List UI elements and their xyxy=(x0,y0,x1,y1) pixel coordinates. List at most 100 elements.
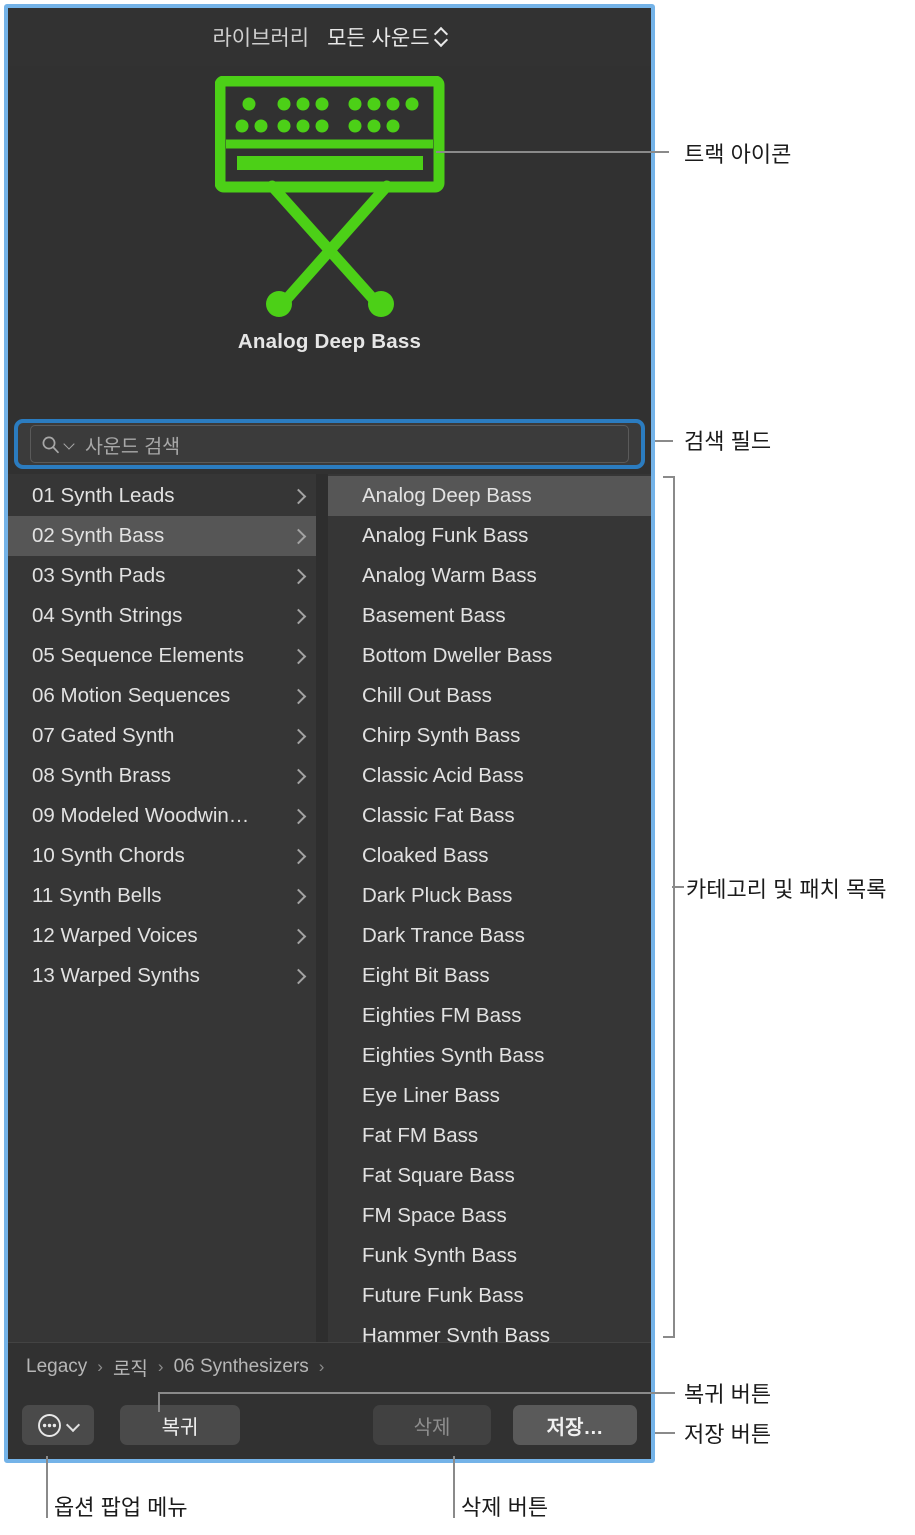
leader-line-save-button xyxy=(655,1432,675,1434)
leader-line-revert-button-stem xyxy=(158,1392,160,1412)
annotation-options-popup-menu: 옵션 팝업 메뉴 xyxy=(54,1495,188,1520)
patch-row[interactable]: Eight Bit Bass xyxy=(328,956,651,996)
patch-list[interactable]: Analog Deep Bass Analog Funk Bass Analog W… xyxy=(328,474,651,1342)
patch-row[interactable]: Analog Deep Bass xyxy=(328,476,651,516)
category-row[interactable]: 04 Synth Strings xyxy=(8,596,316,636)
patch-row[interactable]: Eye Liner Bass xyxy=(328,1076,651,1116)
revert-button[interactable]: 복귀 xyxy=(120,1405,240,1445)
search-field[interactable]: 사운드 검색 xyxy=(14,419,645,469)
chevron-right-icon xyxy=(292,887,306,905)
breadcrumb-item[interactable]: Legacy xyxy=(26,1356,87,1378)
category-label: 04 Synth Strings xyxy=(32,604,183,627)
chevron-right-icon xyxy=(292,847,306,865)
category-row[interactable]: 07 Gated Synth xyxy=(8,716,316,756)
patch-row[interactable]: Eighties Synth Bass xyxy=(328,1036,651,1076)
patch-row[interactable]: Fat Square Bass xyxy=(328,1156,651,1196)
patch-row[interactable]: Chirp Synth Bass xyxy=(328,716,651,756)
search-icon xyxy=(41,435,60,454)
patch-row[interactable]: FM Space Bass xyxy=(328,1196,651,1236)
action-bar: 복귀 삭제 저장… xyxy=(8,1391,651,1459)
leader-bracket-category-patch-list xyxy=(663,476,675,1338)
patch-row[interactable]: Future Funk Bass xyxy=(328,1276,651,1316)
category-row[interactable]: 05 Sequence Elements xyxy=(8,636,316,676)
category-row[interactable]: 13 Warped Synths xyxy=(8,956,316,996)
patch-row[interactable]: Bottom Dweller Bass xyxy=(328,636,651,676)
category-row[interactable]: 08 Synth Brass xyxy=(8,756,316,796)
options-popup-menu[interactable] xyxy=(22,1405,94,1445)
category-row[interactable]: 11 Synth Bells xyxy=(8,876,316,916)
breadcrumb[interactable]: Legacy › 로직 › 06 Synthesizers › xyxy=(8,1342,651,1391)
chevron-down-icon xyxy=(67,1419,80,1432)
track-icon-area: Analog Deep Bass xyxy=(8,66,651,414)
patch-row[interactable]: Dark Pluck Bass xyxy=(328,876,651,916)
patch-row[interactable]: Hammer Synth Bass xyxy=(328,1316,651,1342)
category-label: 02 Synth Bass xyxy=(32,524,165,547)
category-row[interactable]: 12 Warped Voices xyxy=(8,916,316,956)
patch-row[interactable]: Classic Acid Bass xyxy=(328,756,651,796)
category-label: 09 Modeled Woodwin… xyxy=(32,804,250,827)
search-input[interactable]: 사운드 검색 xyxy=(85,430,180,459)
breadcrumb-item[interactable]: 로직 xyxy=(113,1354,148,1381)
category-row[interactable]: 03 Synth Pads xyxy=(8,556,316,596)
breadcrumb-separator-icon: › xyxy=(97,1357,103,1376)
chevron-right-icon xyxy=(292,727,306,745)
category-row[interactable]: 10 Synth Chords xyxy=(8,836,316,876)
patch-row[interactable]: Fat FM Bass xyxy=(328,1116,651,1156)
annotation-delete-button: 삭제 버튼 xyxy=(461,1495,549,1520)
up-down-chevron-icon xyxy=(435,27,447,47)
chevron-right-icon xyxy=(292,647,306,665)
save-button[interactable]: 저장… xyxy=(513,1405,637,1445)
category-label: 10 Synth Chords xyxy=(32,844,185,867)
category-label: 03 Synth Pads xyxy=(32,564,166,587)
leader-line-search-field xyxy=(655,440,673,442)
chevron-right-icon xyxy=(292,927,306,945)
category-label: 01 Synth Leads xyxy=(32,484,175,507)
panel-header: 라이브러리 모든 사운드 xyxy=(8,8,651,66)
patch-row[interactable]: Dark Trance Bass xyxy=(328,916,651,956)
leader-line-track-icon xyxy=(436,151,669,153)
search-input-inner[interactable]: 사운드 검색 xyxy=(30,425,629,463)
chevron-right-icon xyxy=(292,807,306,825)
patch-row[interactable]: Eighties FM Bass xyxy=(328,996,651,1036)
patch-row[interactable]: Basement Bass xyxy=(328,596,651,636)
patch-row[interactable]: Analog Funk Bass xyxy=(328,516,651,556)
annotation-save-button: 저장 버튼 xyxy=(684,1422,772,1447)
ellipsis-circle-icon xyxy=(37,1413,62,1438)
track-icon[interactable] xyxy=(214,75,445,324)
category-row[interactable]: 06 Motion Sequences xyxy=(8,676,316,716)
chevron-down-icon[interactable] xyxy=(64,439,75,450)
category-label: 07 Gated Synth xyxy=(32,724,175,747)
patch-row[interactable]: Funk Synth Bass xyxy=(328,1236,651,1276)
chevron-right-icon xyxy=(292,967,306,985)
breadcrumb-item[interactable]: 06 Synthesizers xyxy=(174,1356,309,1378)
breadcrumb-separator-icon: › xyxy=(157,1357,164,1376)
chevron-right-icon xyxy=(292,767,306,785)
leader-line-revert-button xyxy=(158,1392,675,1394)
chevron-right-icon xyxy=(292,567,306,585)
category-row[interactable]: 02 Synth Bass xyxy=(8,516,316,556)
annotation-revert-button: 복귀 버튼 xyxy=(684,1382,772,1407)
category-row[interactable]: 09 Modeled Woodwin… xyxy=(8,796,316,836)
annotation-search-field: 검색 필드 xyxy=(684,429,772,454)
patch-row[interactable]: Classic Fat Bass xyxy=(328,796,651,836)
patch-row[interactable]: Cloaked Bass xyxy=(328,836,651,876)
current-patch-name: Analog Deep Bass xyxy=(237,330,422,353)
patch-row[interactable]: Analog Warm Bass xyxy=(328,556,651,596)
chevron-right-icon xyxy=(292,607,306,625)
patch-row[interactable]: Chill Out Bass xyxy=(328,676,651,716)
leader-line-category-patch-list xyxy=(672,886,684,888)
all-sounds-label: 모든 사운드 xyxy=(327,27,430,50)
category-label: 05 Sequence Elements xyxy=(32,644,244,667)
category-label: 11 Synth Bells xyxy=(32,884,162,907)
annotation-category-patch-list: 카테고리 및 패치 목록 xyxy=(686,877,887,902)
category-label: 13 Warped Synths xyxy=(32,964,200,987)
all-sounds-popup-menu[interactable]: 모든 사운드 xyxy=(327,22,446,52)
chevron-right-icon xyxy=(292,487,306,505)
delete-button[interactable]: 삭제 xyxy=(373,1405,491,1445)
category-list[interactable]: 01 Synth Leads 02 Synth Bass 03 Synth Pads… xyxy=(8,474,316,1342)
library-panel: 라이브러리 모든 사운드 Analog Deep Bass 사운드 검색 01 … xyxy=(4,4,655,1463)
category-row[interactable]: 01 Synth Leads xyxy=(8,476,316,516)
chevron-right-icon xyxy=(292,687,306,705)
search-row: 사운드 검색 xyxy=(8,414,651,474)
column-divider xyxy=(316,474,328,1342)
